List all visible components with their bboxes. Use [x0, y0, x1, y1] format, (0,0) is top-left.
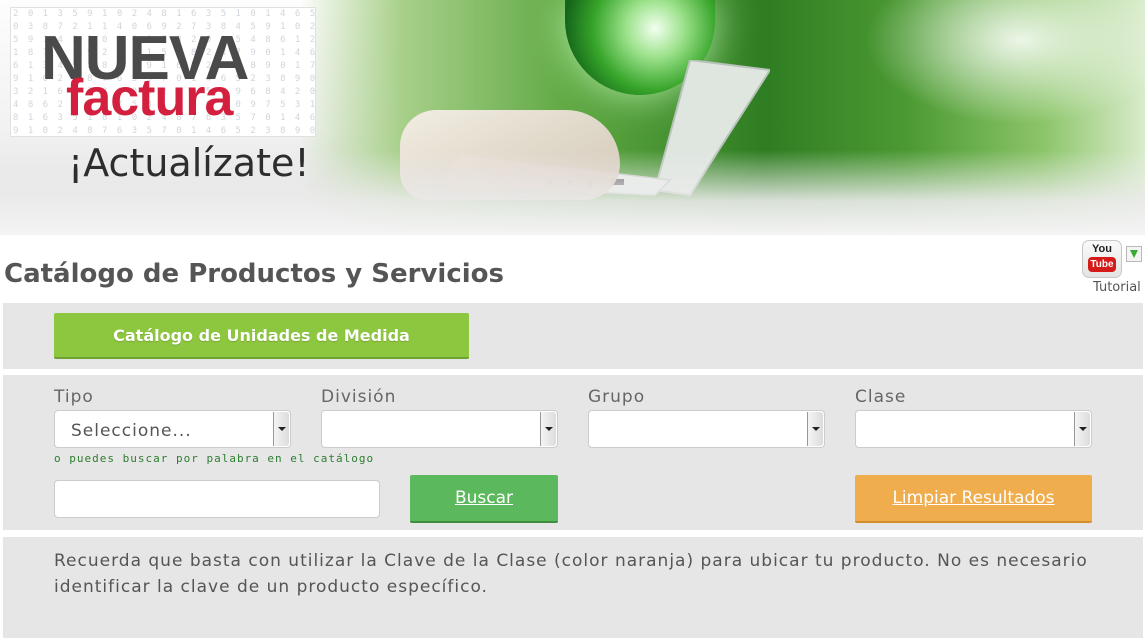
tipo-label: Tipo [54, 387, 94, 407]
logo: 2 0 1 3 5 9 1 0 2 4 8 1 6 3 5 1 0 1 4 6 … [10, 7, 316, 137]
chevron-down-icon [1074, 412, 1090, 446]
grupo-select[interactable] [588, 410, 825, 448]
info-panel: Recuerda que basta con utilizar la Clave… [3, 537, 1143, 638]
info-message: Recuerda que basta con utilizar la Clave… [54, 551, 1088, 597]
chevron-down-icon [273, 412, 289, 446]
youtube-icon[interactable]: You Tube [1082, 240, 1122, 278]
units-panel: Catálogo de Unidades de Medida [3, 303, 1143, 369]
clear-results-button[interactable]: Limpiar Resultados [855, 475, 1092, 523]
header-banner: 2 0 1 3 5 9 1 0 2 4 8 1 6 3 5 1 0 1 4 6 … [0, 0, 1145, 235]
tutorial-widget: You Tube Tutorial [1082, 240, 1145, 298]
youtube-you-label: You [1092, 243, 1112, 255]
page-title: Catálogo de Productos y Servicios [4, 259, 504, 289]
division-select[interactable] [321, 410, 558, 448]
clase-label: Clase [855, 387, 907, 407]
youtube-tube-label: Tube [1088, 257, 1116, 272]
search-panel: Tipo Seleccione... División Grupo Clase … [3, 375, 1143, 530]
logo-tagline: ¡Actualízate! [68, 141, 310, 185]
tipo-select[interactable]: Seleccione... [54, 410, 291, 448]
grupo-label: Grupo [588, 387, 646, 407]
download-icon[interactable] [1126, 246, 1142, 262]
clase-select[interactable] [855, 410, 1092, 448]
division-label: División [321, 387, 397, 407]
search-hint: o puedes buscar por palabra en el catálo… [54, 452, 375, 465]
logo-word-factura: factura [66, 69, 233, 127]
chevron-down-icon [540, 412, 556, 446]
tipo-select-value: Seleccione... [71, 421, 192, 441]
tutorial-label: Tutorial [1093, 280, 1141, 295]
search-button[interactable]: Buscar [410, 475, 558, 523]
units-catalog-button[interactable]: Catálogo de Unidades de Medida [54, 313, 469, 359]
search-input[interactable] [54, 480, 380, 518]
chevron-down-icon [807, 412, 823, 446]
